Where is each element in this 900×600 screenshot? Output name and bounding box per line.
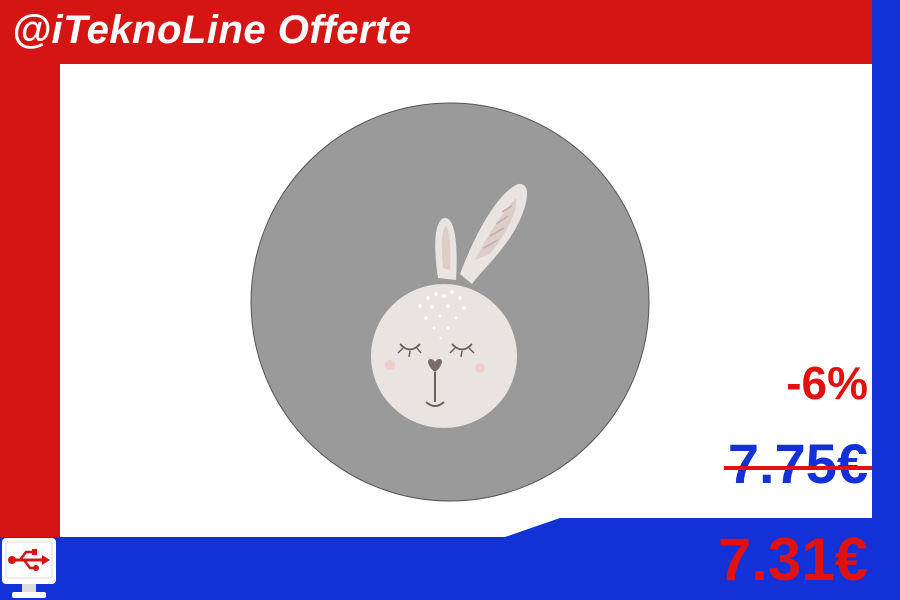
brand-title: @iTeknoLine Offerte xyxy=(12,8,412,52)
strikethrough-line xyxy=(723,466,872,470)
new-price: 7.31€ xyxy=(717,526,868,593)
product-image[interactable] xyxy=(250,102,650,502)
old-price: 7.75€ xyxy=(723,436,872,492)
old-price-value: 7.75€ xyxy=(727,432,868,495)
discount-badge: -6% xyxy=(786,357,868,409)
usb-monitor-icon[interactable] xyxy=(0,538,58,600)
